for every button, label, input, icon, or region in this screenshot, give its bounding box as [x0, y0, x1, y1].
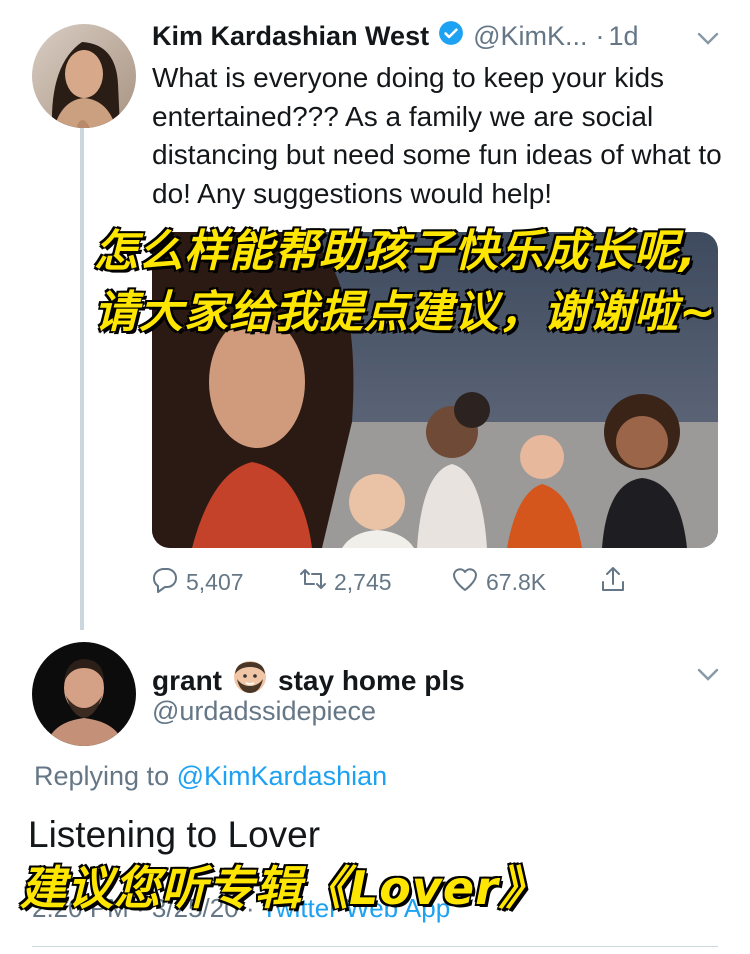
share-icon — [598, 564, 634, 600]
like-icon — [450, 564, 486, 600]
like-action[interactable]: 67.8K — [450, 564, 546, 600]
like-count: 67.8K — [486, 568, 547, 595]
author-avatar[interactable] — [32, 24, 136, 128]
replying-to: Replying to @KimKardashian — [34, 761, 387, 792]
replying-prefix: Replying to — [34, 761, 170, 791]
reply-icon — [150, 564, 186, 600]
tweet-actions: 5,407 2,745 67.8K — [150, 564, 640, 598]
author-handle[interactable]: @KimK... — [473, 21, 587, 52]
retweet-icon — [298, 564, 334, 600]
thread-connector — [80, 128, 84, 630]
reply-chevron-down-icon[interactable] — [697, 668, 719, 687]
separator-dot: · — [595, 21, 605, 51]
tweet-age[interactable]: 1d — [609, 21, 639, 52]
reply-avatar[interactable] — [32, 642, 136, 746]
tweet-header: Kim Kardashian West @KimK... · 1d — [152, 20, 639, 53]
caption-line-1: 怎么样能帮助孩子快乐成长呢, — [93, 225, 697, 278]
retweet-count: 2,745 — [334, 568, 392, 595]
reply-count: 5,407 — [186, 568, 244, 595]
tweet-text: What is everyone doing to keep your kids… — [152, 62, 722, 209]
chevron-down-icon[interactable] — [697, 32, 719, 51]
reply-author-handle[interactable]: @urdadssidepiece — [152, 696, 376, 727]
author-name[interactable]: Kim Kardashian West — [152, 21, 429, 52]
share-action[interactable] — [598, 564, 634, 600]
replying-mention[interactable]: @KimKardashian — [177, 761, 388, 791]
reply-action[interactable]: 5,407 — [150, 564, 244, 600]
verified-badge-icon — [429, 20, 464, 53]
caption-line-3: 建议您听专辑《Lover》 — [19, 860, 546, 916]
reply-name-part1: grant — [152, 664, 222, 696]
divider — [32, 946, 718, 947]
reply-text: Listening to Lover — [28, 814, 321, 855]
retweet-action[interactable]: 2,745 — [298, 564, 392, 600]
reply-name-part2: stay home pls — [278, 664, 465, 696]
caption-line-2: 请大家给我提点建议，谢谢啦~ — [93, 286, 717, 339]
